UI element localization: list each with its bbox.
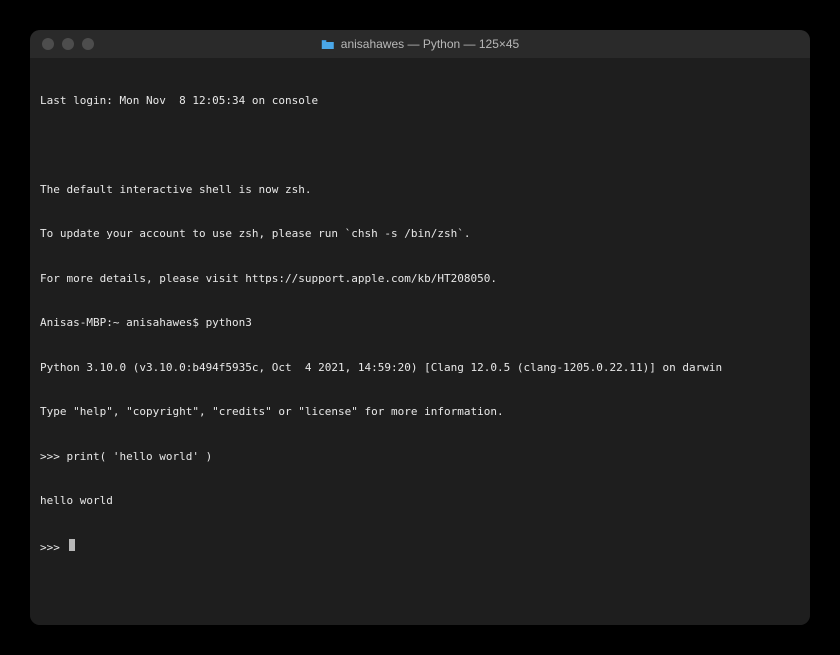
terminal-prompt-line: >>> [40, 539, 800, 556]
window-titlebar[interactable]: anisahawes — Python — 125×45 [30, 30, 810, 58]
terminal-line: The default interactive shell is now zsh… [40, 183, 800, 198]
window-title: anisahawes — Python — 125×45 [341, 37, 519, 51]
terminal-line [40, 138, 800, 153]
terminal-line: hello world [40, 494, 800, 509]
terminal-line: For more details, please visit https://s… [40, 272, 800, 287]
terminal-line: Last login: Mon Nov 8 12:05:34 on consol… [40, 94, 800, 109]
maximize-icon[interactable] [82, 38, 94, 50]
python-prompt: >>> [40, 541, 67, 556]
terminal-line: To update your account to use zsh, pleas… [40, 227, 800, 242]
cursor-icon [69, 539, 75, 551]
terminal-line: Type "help", "copyright", "credits" or "… [40, 405, 800, 420]
terminal-line: Python 3.10.0 (v3.10.0:b494f5935c, Oct 4… [40, 361, 800, 376]
terminal-body[interactable]: Last login: Mon Nov 8 12:05:34 on consol… [30, 58, 810, 625]
terminal-line: >>> print( 'hello world' ) [40, 450, 800, 465]
window-title-group: anisahawes — Python — 125×45 [321, 37, 519, 51]
traffic-lights [30, 38, 94, 50]
folder-icon [321, 39, 335, 50]
minimize-icon[interactable] [62, 38, 74, 50]
terminal-window: anisahawes — Python — 125×45 Last login:… [30, 30, 810, 625]
close-icon[interactable] [42, 38, 54, 50]
terminal-line: Anisas-MBP:~ anisahawes$ python3 [40, 316, 800, 331]
